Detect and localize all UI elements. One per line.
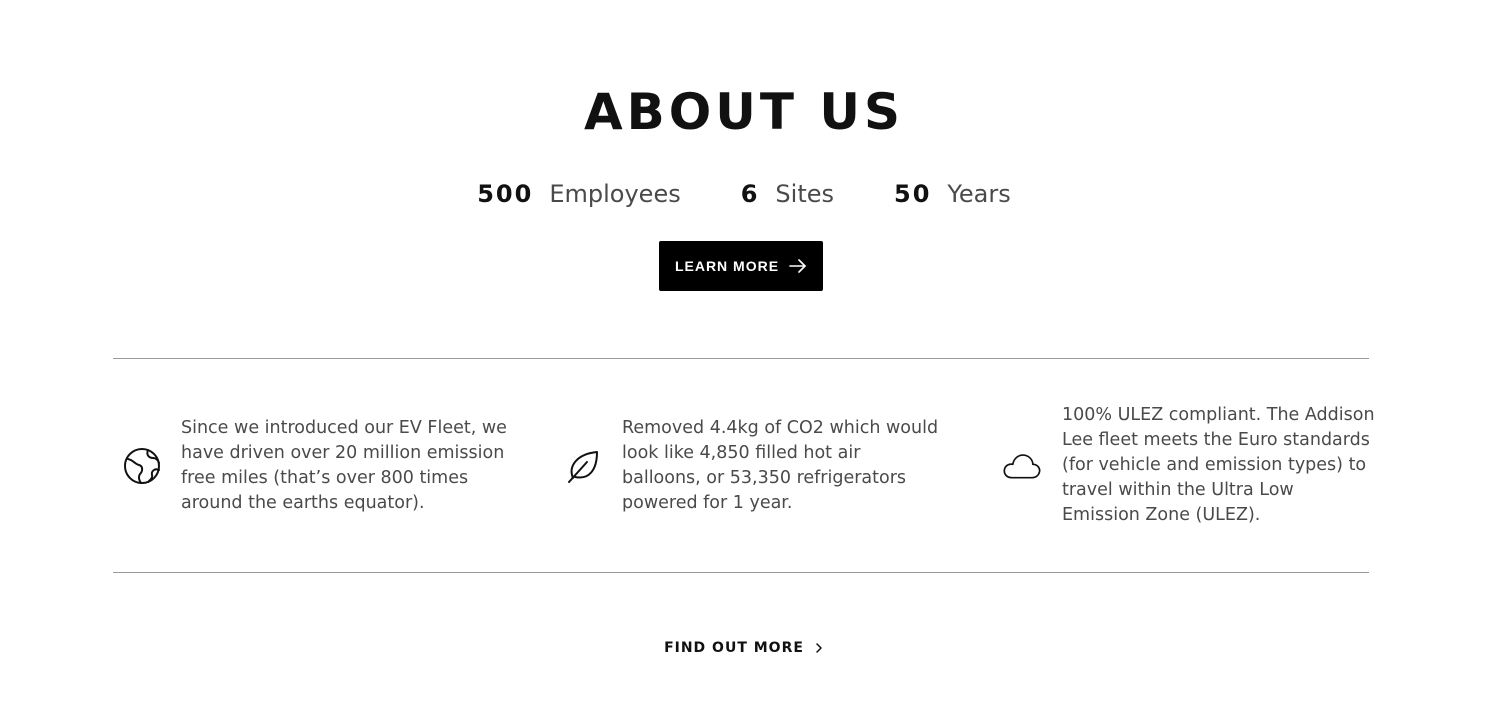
stat-number: 50 [894,180,932,208]
learn-more-label: LEARN MORE [674,258,780,274]
feature-ev-fleet: Since we introduced our EV Fleet, we hav… [122,416,522,516]
divider-top [113,358,1369,359]
find-out-more-link[interactable]: FIND OUT MORE [0,638,1488,658]
feature-ulez: 100% ULEZ compliant. The Addison Lee fle… [1002,403,1382,533]
about-us-section: ABOUT US 500 Employees 6 Sites 50 Years … [0,0,1488,708]
divider-bottom [113,572,1369,573]
chevron-right-icon [816,643,822,653]
stat-sites: 6 Sites [741,180,834,208]
learn-more-button[interactable]: LEARN MORE [659,241,823,291]
stat-number: 500 [477,180,534,208]
section-title: ABOUT US [583,83,905,141]
stat-label: Years [947,180,1011,208]
arrow-right-icon [789,259,806,273]
globe-icon [122,446,162,486]
feature-text: Since we introduced our EV Fleet, we hav… [181,418,507,513]
stat-label: Sites [775,180,835,208]
feature-text: Removed 4.4kg of CO2 which would look li… [622,418,939,513]
feature-co2: Removed 4.4kg of CO2 which would look li… [563,416,963,516]
stat-employees: 500 Employees [477,180,680,208]
cloud-icon [1002,446,1042,486]
stat-number: 6 [740,180,760,208]
find-out-more-label: FIND OUT MORE [664,640,804,656]
stat-label: Employees [549,180,681,208]
leaf-icon [563,446,603,486]
feature-text: 100% ULEZ compliant. The Addison Lee fle… [1062,405,1375,525]
stats-row: 500 Employees 6 Sites 50 Years [0,176,1488,212]
stat-years: 50 Years [894,180,1011,208]
